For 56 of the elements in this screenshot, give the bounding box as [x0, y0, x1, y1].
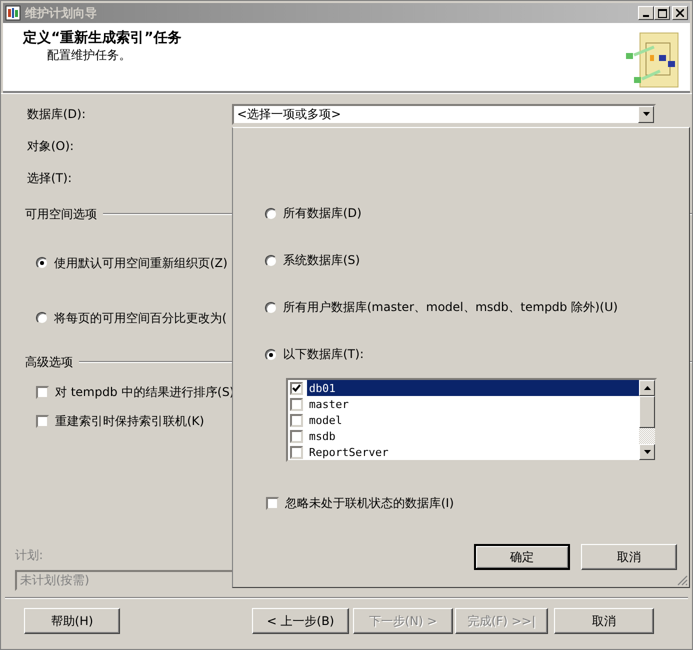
dialog-button[interactable]: 确定 [474, 544, 570, 570]
checkbox[interactable] [290, 446, 303, 458]
minimize-button[interactable] [638, 6, 654, 20]
field-label: 数据库(D): [27, 106, 87, 122]
database-dropdown[interactable]: <选择一项或多项> [232, 104, 656, 124]
checkbox[interactable] [290, 382, 303, 394]
radio-button[interactable] [265, 302, 277, 314]
radio-label: 系统数据库(S) [283, 252, 360, 269]
checkbox[interactable] [36, 414, 49, 428]
checkbox[interactable] [266, 496, 279, 510]
radio-button[interactable] [265, 208, 277, 220]
wizard-button[interactable]: 取消 [554, 608, 654, 634]
checkbox-label: 忽略未处于联机状态的数据库(I) [285, 494, 454, 512]
maximize-icon [658, 8, 666, 18]
section-heading: 高级选项 [25, 354, 73, 370]
radio-button[interactable] [36, 312, 48, 324]
radio-button[interactable] [265, 348, 277, 360]
resize-grip-icon[interactable] [676, 574, 688, 586]
dialog-button[interactable]: 取消 [581, 544, 677, 570]
list-item[interactable]: msdb [307, 428, 639, 444]
section-heading: 可用空间选项 [25, 206, 97, 222]
wizard-button[interactable]: 帮助(H) [24, 608, 120, 634]
checkbox[interactable] [36, 386, 49, 398]
caret-icon [642, 112, 650, 116]
scroll-down-button[interactable] [639, 444, 655, 460]
radio-button[interactable] [36, 257, 48, 269]
up-arrow-icon [644, 386, 650, 390]
list-item[interactable]: master [307, 396, 639, 412]
page-subtitle: 配置维护任务。 [46, 47, 132, 64]
scrollbar-thumb[interactable] [639, 396, 655, 428]
page-title: 定义“重新生成索引”任务 [23, 29, 182, 47]
close-icon [676, 9, 684, 17]
scroll-up-button[interactable] [639, 380, 655, 396]
list-item[interactable]: ReportServer [307, 444, 639, 460]
radio-label: 将每页的可用空间百分比更改为( [54, 310, 227, 326]
close-button[interactable] [672, 6, 688, 20]
radio-label: 以下数据库(T): [283, 346, 364, 363]
app-icon [5, 5, 21, 21]
list-item[interactable]: model [307, 412, 639, 428]
checkbox[interactable] [290, 398, 303, 410]
wizard-button[interactable]: < 上一步(B) [252, 608, 349, 634]
radio-label: 使用默认可用空间重新组织页(Z) [54, 254, 228, 272]
checkbox-label: 重建索引时保持索引联机(K) [55, 412, 204, 430]
maximize-button[interactable] [654, 6, 670, 20]
radio-button[interactable] [265, 254, 277, 266]
checkbox[interactable] [290, 414, 303, 426]
field-label: 选择(T): [27, 170, 73, 186]
window-title: 维护计划向导 [25, 4, 98, 22]
radio-label: 所有数据库(D) [283, 205, 362, 222]
field-label: 对象(O): [27, 138, 75, 154]
radio-label: 所有用户数据库(master、model、msdb、tempdb 除外)(U) [283, 299, 618, 316]
diagram-icon [624, 31, 680, 89]
list-item[interactable]: db01 [307, 380, 639, 396]
down-arrow-icon [644, 450, 650, 454]
checkbox[interactable] [290, 430, 303, 442]
schedule-label: 计划: [15, 546, 44, 564]
